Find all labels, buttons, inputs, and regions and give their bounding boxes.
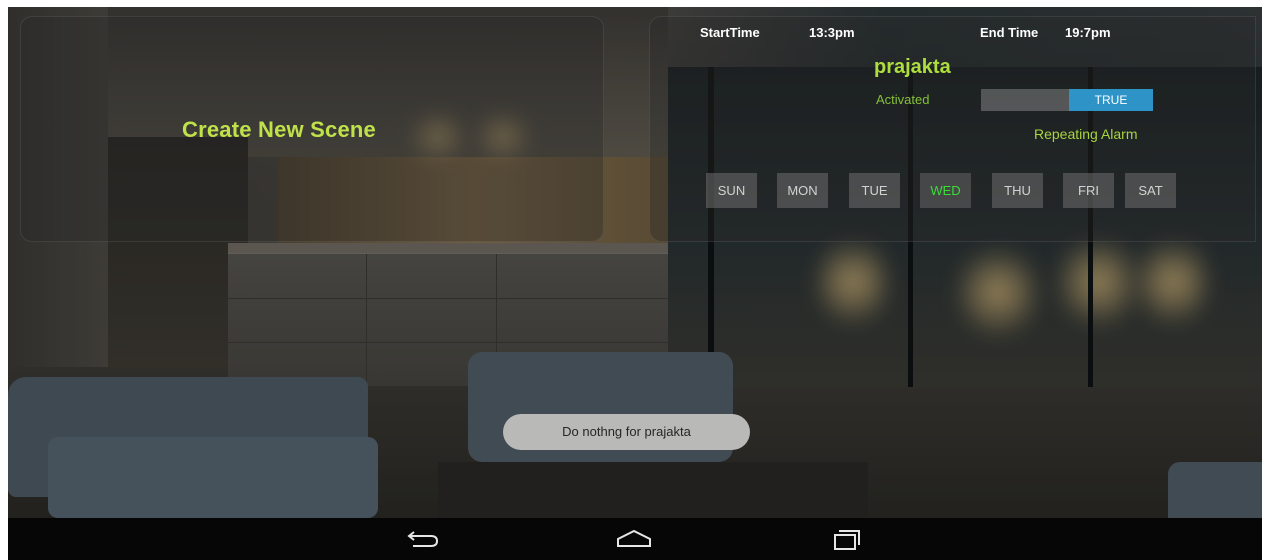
end-time-label: End Time bbox=[980, 25, 1039, 40]
system-nav-bar bbox=[8, 518, 1262, 560]
create-new-scene-button[interactable]: Create New Scene bbox=[182, 117, 376, 143]
scene-details-panel bbox=[649, 16, 1256, 242]
day-button-sat[interactable]: SAT bbox=[1125, 173, 1176, 208]
activated-toggle-thumb[interactable]: TRUE bbox=[1069, 89, 1153, 111]
start-time-value[interactable]: 13:3pm bbox=[809, 25, 855, 40]
home-icon[interactable] bbox=[604, 524, 664, 554]
start-time-label: StartTime bbox=[700, 25, 760, 40]
back-icon[interactable] bbox=[391, 524, 451, 554]
repeating-alarm-label: Repeating Alarm bbox=[1034, 126, 1138, 142]
activated-toggle[interactable]: TRUE bbox=[981, 89, 1153, 111]
end-time-value[interactable]: 19:7pm bbox=[1065, 25, 1111, 40]
day-button-thu[interactable]: THU bbox=[992, 173, 1043, 208]
day-button-mon[interactable]: MON bbox=[777, 173, 828, 208]
scene-name: prajakta bbox=[874, 56, 951, 78]
day-button-tue[interactable]: TUE bbox=[849, 173, 900, 208]
day-button-fri[interactable]: FRI bbox=[1063, 173, 1114, 208]
day-button-sun[interactable]: SUN bbox=[706, 173, 757, 208]
activated-label: Activated bbox=[876, 92, 930, 107]
recent-apps-icon[interactable] bbox=[815, 524, 875, 554]
day-button-wed[interactable]: WED bbox=[920, 173, 971, 208]
toast-message: Do nothng for prajakta bbox=[503, 414, 750, 450]
